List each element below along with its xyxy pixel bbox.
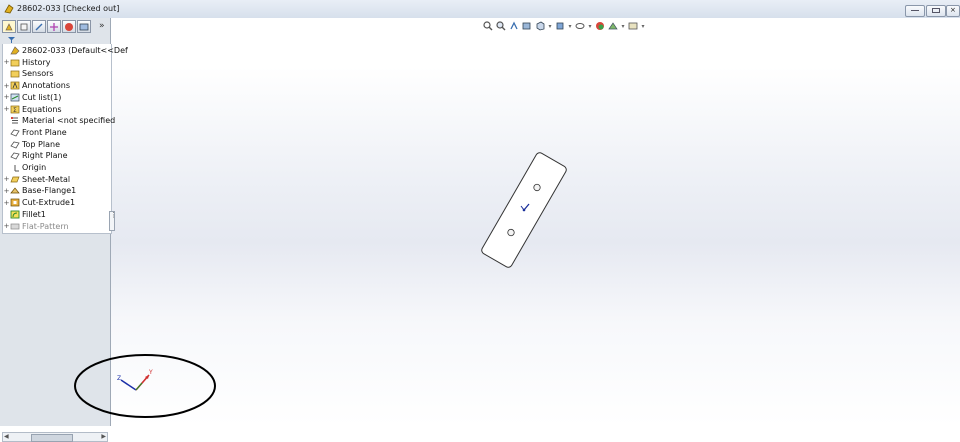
scroll-left-icon[interactable]: ◀ bbox=[4, 433, 9, 440]
triad-z-label: Z bbox=[117, 375, 121, 382]
scrollbar-thumb[interactable] bbox=[31, 434, 73, 442]
horizontal-scrollbar[interactable]: ◀ ▶ bbox=[2, 432, 108, 442]
triad-y-label: Y bbox=[148, 369, 153, 376]
scroll-right-icon[interactable]: ▶ bbox=[101, 433, 106, 440]
reference-triad: Z Y bbox=[117, 369, 153, 391]
